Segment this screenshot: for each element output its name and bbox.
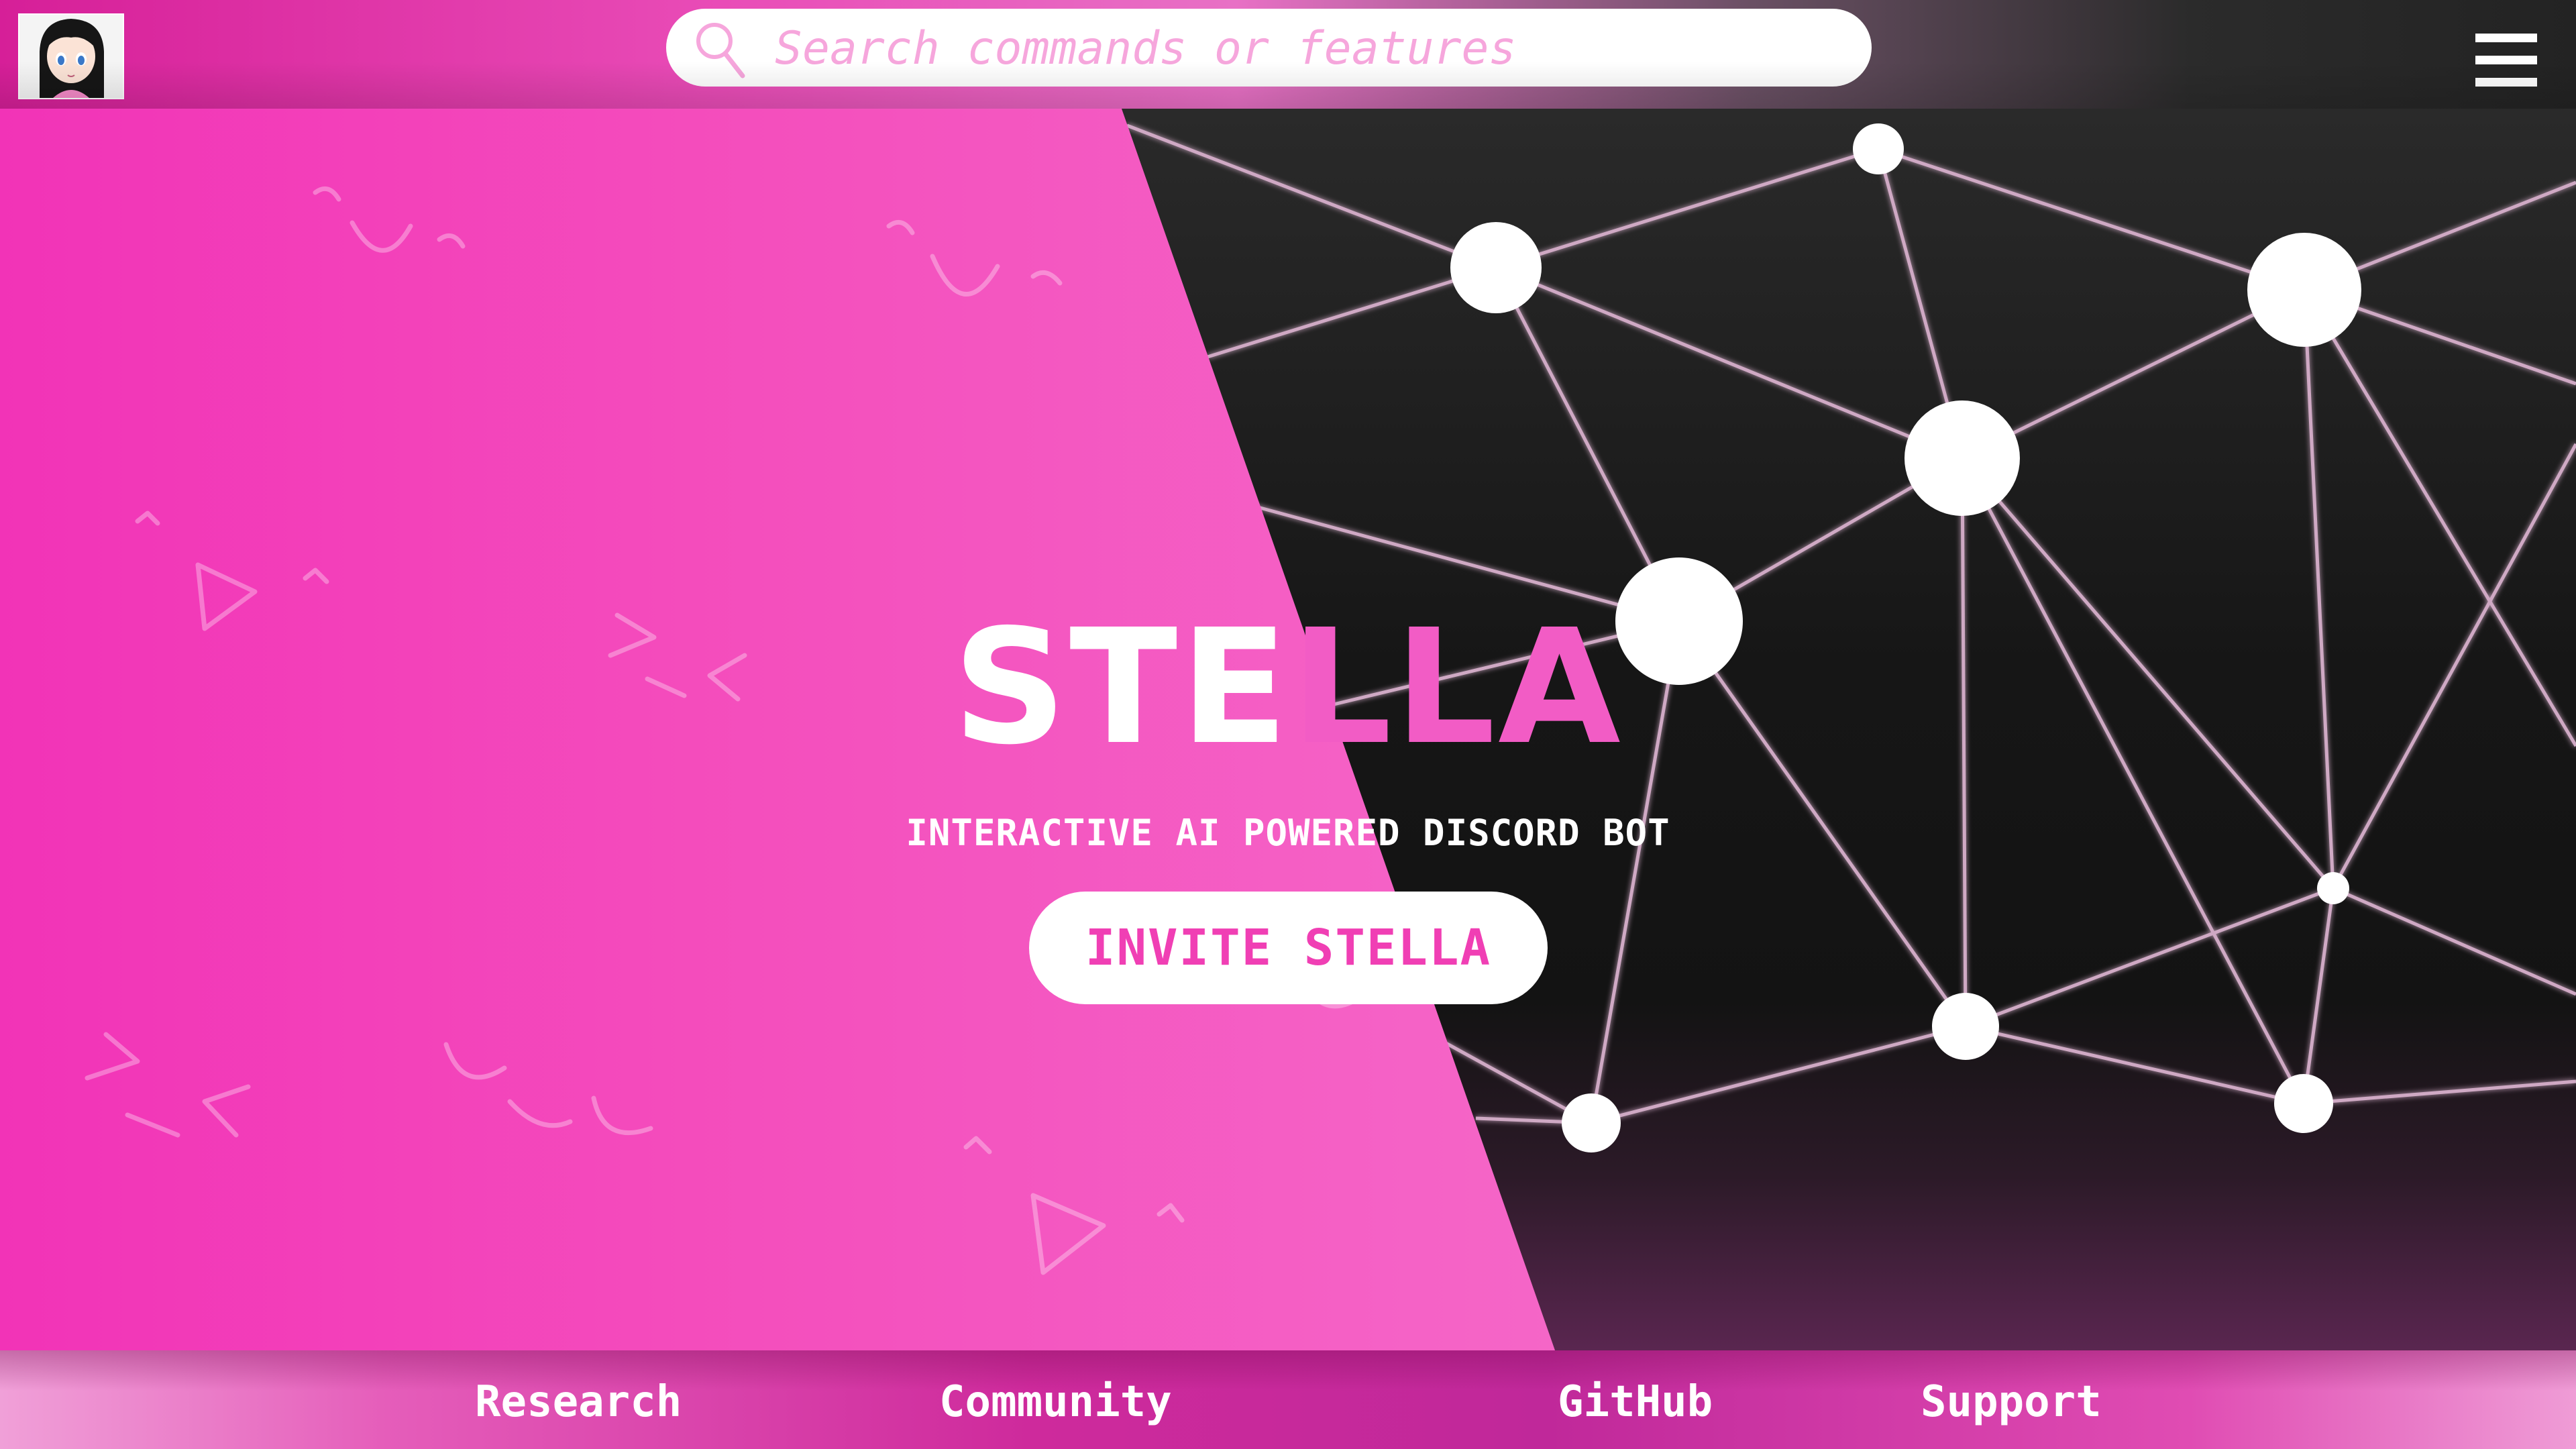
search-input[interactable] <box>773 18 1836 78</box>
menu-line <box>2475 56 2537 64</box>
hero-section: STELLA INTERACTIVE AI POWERED DISCORD BO… <box>0 109 2576 1350</box>
hero-title: STELLA <box>0 608 2576 767</box>
footer-link-community[interactable]: Community <box>939 1377 1172 1427</box>
footer-nav: Research Community GitHub Support <box>0 1350 2576 1449</box>
menu-line <box>2475 34 2537 42</box>
hero-subtitle: INTERACTIVE AI POWERED DISCORD BOT <box>906 812 1670 854</box>
anime-girl-avatar-icon[interactable] <box>18 13 124 99</box>
search-bar <box>666 9 1872 87</box>
hamburger-menu-icon[interactable] <box>2475 34 2537 87</box>
top-bar <box>0 0 2576 109</box>
footer-link-support[interactable]: Support <box>1921 1377 2102 1427</box>
landing-page: STELLA INTERACTIVE AI POWERED DISCORD BO… <box>0 0 2576 1449</box>
invite-stella-button[interactable]: INVITE STELLA <box>1029 892 1548 1004</box>
footer-link-research[interactable]: Research <box>475 1377 682 1427</box>
menu-line <box>2475 78 2537 87</box>
footer-link-github[interactable]: GitHub <box>1558 1377 1713 1427</box>
search-icon[interactable] <box>694 19 748 80</box>
